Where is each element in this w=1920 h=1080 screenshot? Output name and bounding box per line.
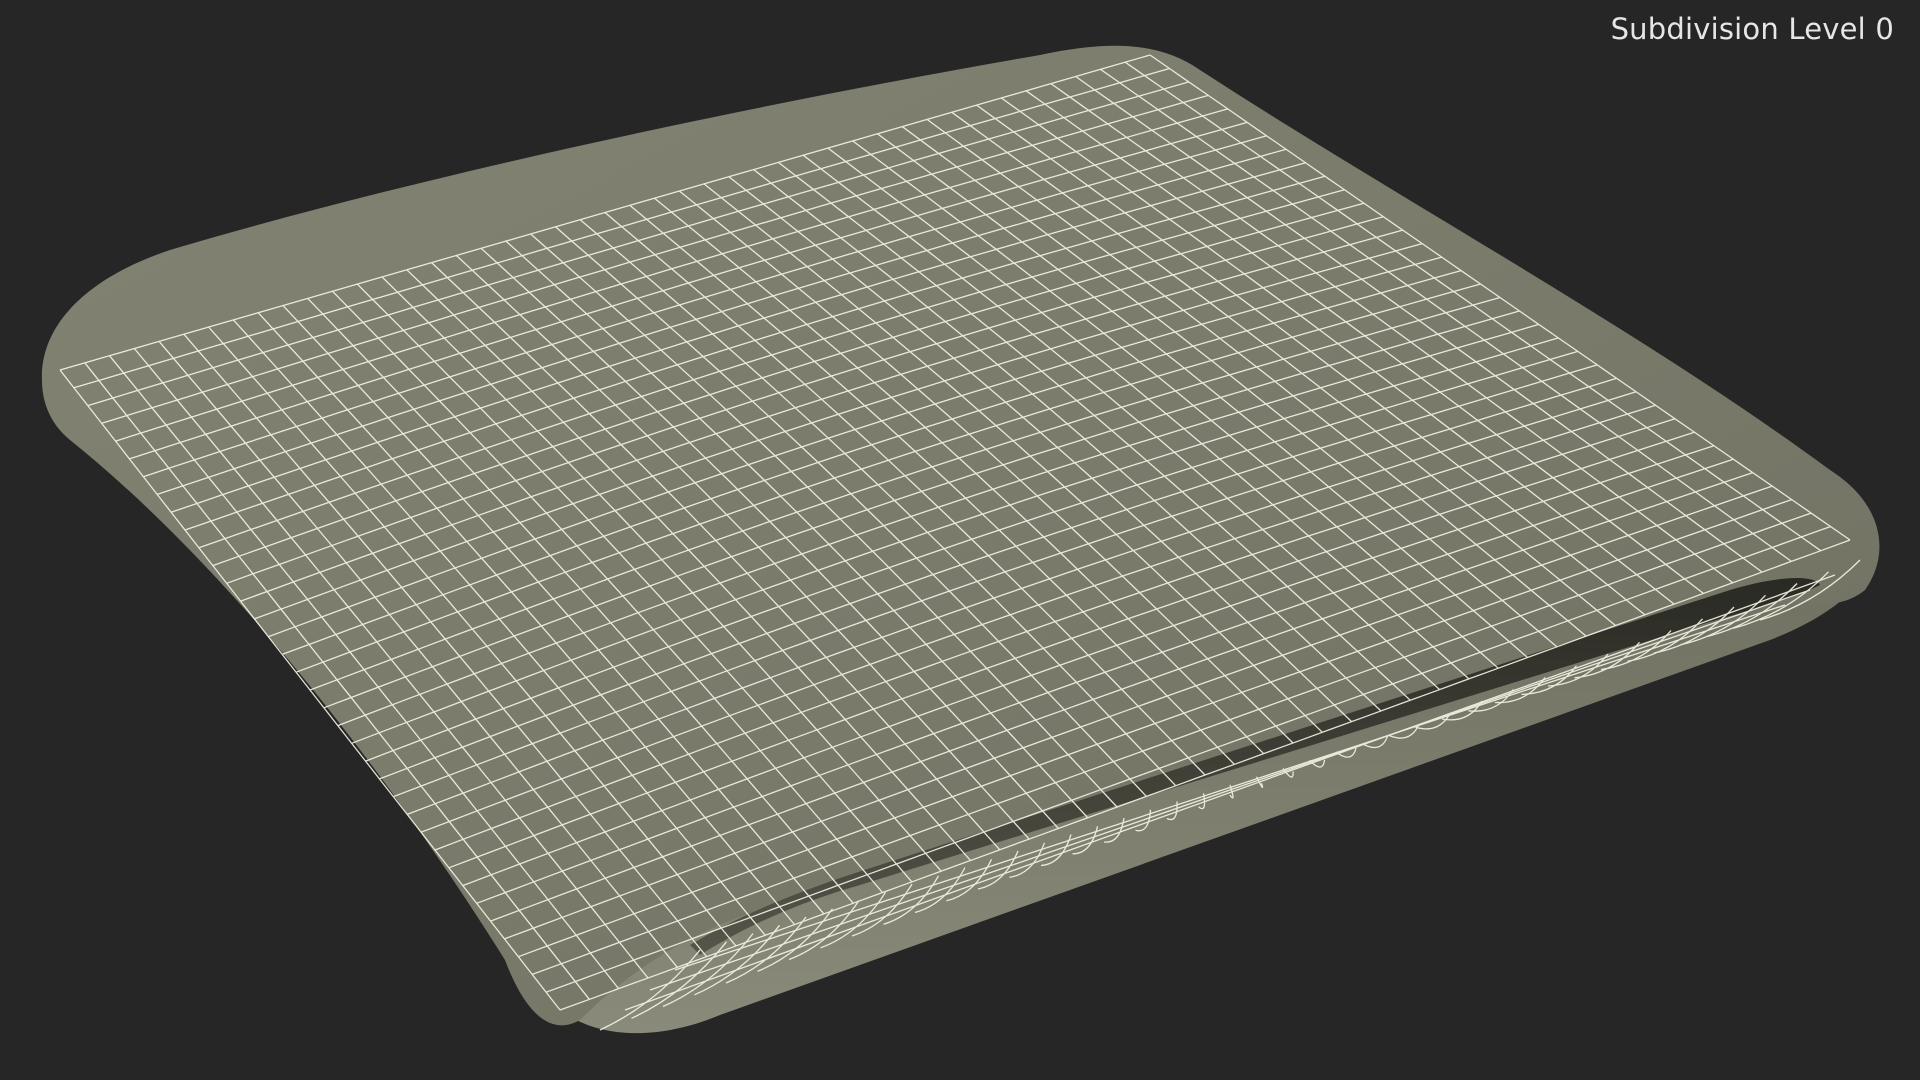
cushion-mesh: [41, 45, 1880, 1034]
3d-viewport[interactable]: Subdivision Level 0: [0, 0, 1920, 1080]
subdivision-level-label: Subdivision Level 0: [1610, 12, 1894, 46]
